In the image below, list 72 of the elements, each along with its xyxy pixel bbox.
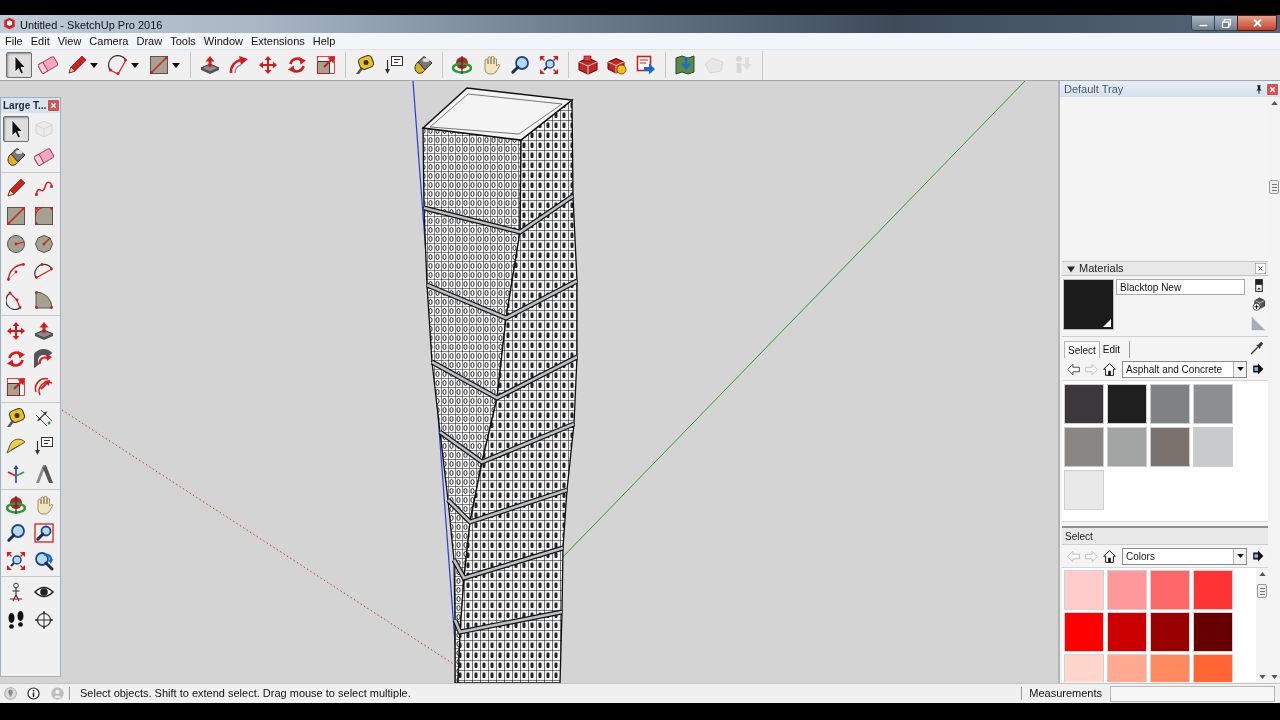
material-swatch[interactable] [1064,470,1104,510]
color-swatch[interactable] [1107,570,1147,610]
menu-item[interactable]: File [1,32,27,50]
color-swatch[interactable] [1193,612,1233,652]
back-arrow-icon[interactable] [1067,362,1080,376]
menu-item[interactable]: Camera [85,32,133,50]
menu-item[interactable]: Edit [26,32,54,50]
info-icon[interactable] [27,687,40,700]
color-swatch[interactable] [1150,654,1190,682]
menu-item[interactable]: Tools [166,32,200,50]
panel-title: Materials [1079,261,1124,277]
menu-item[interactable]: Draw [132,32,167,50]
palette-title: Large T... [3,99,47,113]
menu-item[interactable]: View [53,32,86,50]
material-swatch[interactable] [1064,384,1104,424]
minimize-icon [1198,24,1208,27]
location-pin-icon[interactable] [4,687,17,700]
material-swatch[interactable] [1193,384,1233,424]
tray-title: Default Tray [1064,81,1124,97]
home-icon[interactable] [1103,549,1116,563]
caret-icon [90,62,98,68]
menu-item[interactable]: Extensions [246,32,309,50]
material-swatch[interactable] [1064,427,1104,467]
eyedropper-icon[interactable] [1250,341,1264,355]
scroll-thumb[interactable] [1257,584,1267,598]
window-title: Untitled - SketchUp Pro 2016 [20,18,163,33]
color-swatch[interactable] [1064,654,1104,682]
library-dropdown[interactable]: Colors [1122,547,1247,565]
add-material-icon[interactable] [1251,297,1266,311]
material-swatch[interactable] [1107,384,1147,424]
color-swatch[interactable] [1193,654,1233,682]
scroll-up-icon[interactable] [1270,101,1278,105]
tab[interactable]: Edit [1099,341,1130,358]
library-dropdown[interactable]: Asphalt and Concrete [1122,360,1247,378]
status-hint: Select objects. Shift to extend select. Drag mouse to select multiple. [80,686,411,702]
tab[interactable]: Select [1064,341,1100,358]
measurements-field[interactable] [1110,685,1275,702]
scroll-up-icon[interactable] [1258,572,1266,576]
scroll-thumb[interactable] [1269,180,1279,194]
measurements-label: Measurements [1029,686,1102,702]
app-logo-icon [3,17,16,30]
caret-icon [1236,554,1244,558]
color-swatch[interactable] [1150,612,1190,652]
corner-triangle-icon [1103,319,1111,327]
color-swatch[interactable] [1107,654,1147,682]
maximize-button[interactable] [1215,15,1237,31]
material-name-field[interactable]: Blacktop New [1116,279,1245,295]
restore-icon [1221,18,1231,28]
home-icon[interactable] [1103,362,1116,376]
material-swatch[interactable] [1107,427,1147,467]
expanded-triangle-icon[interactable] [1067,264,1075,273]
material-swatch[interactable] [1150,427,1190,467]
close-icon[interactable] [1255,263,1266,274]
minimize-button[interactable] [1191,15,1215,31]
menu-item[interactable]: Help [308,32,340,50]
caret-icon [172,62,180,68]
menu-item[interactable]: Window [199,32,247,50]
arrow-menu-icon[interactable] [1252,363,1264,375]
pane-toggle-icon[interactable] [1254,279,1263,292]
arrow-menu-icon[interactable] [1252,550,1264,562]
color-swatch[interactable] [1064,612,1104,652]
close-button[interactable] [1237,15,1277,31]
caret-icon [1236,367,1244,371]
color-swatch[interactable] [1150,570,1190,610]
material-swatch[interactable] [1193,427,1233,467]
caret-icon [131,62,139,68]
material-swatch[interactable] [1150,384,1190,424]
color-swatch[interactable] [1193,570,1233,610]
color-swatch[interactable] [1064,570,1104,610]
color-swatch[interactable] [1107,612,1147,652]
pane-title: Select [1065,529,1093,544]
close-icon [1252,19,1262,27]
